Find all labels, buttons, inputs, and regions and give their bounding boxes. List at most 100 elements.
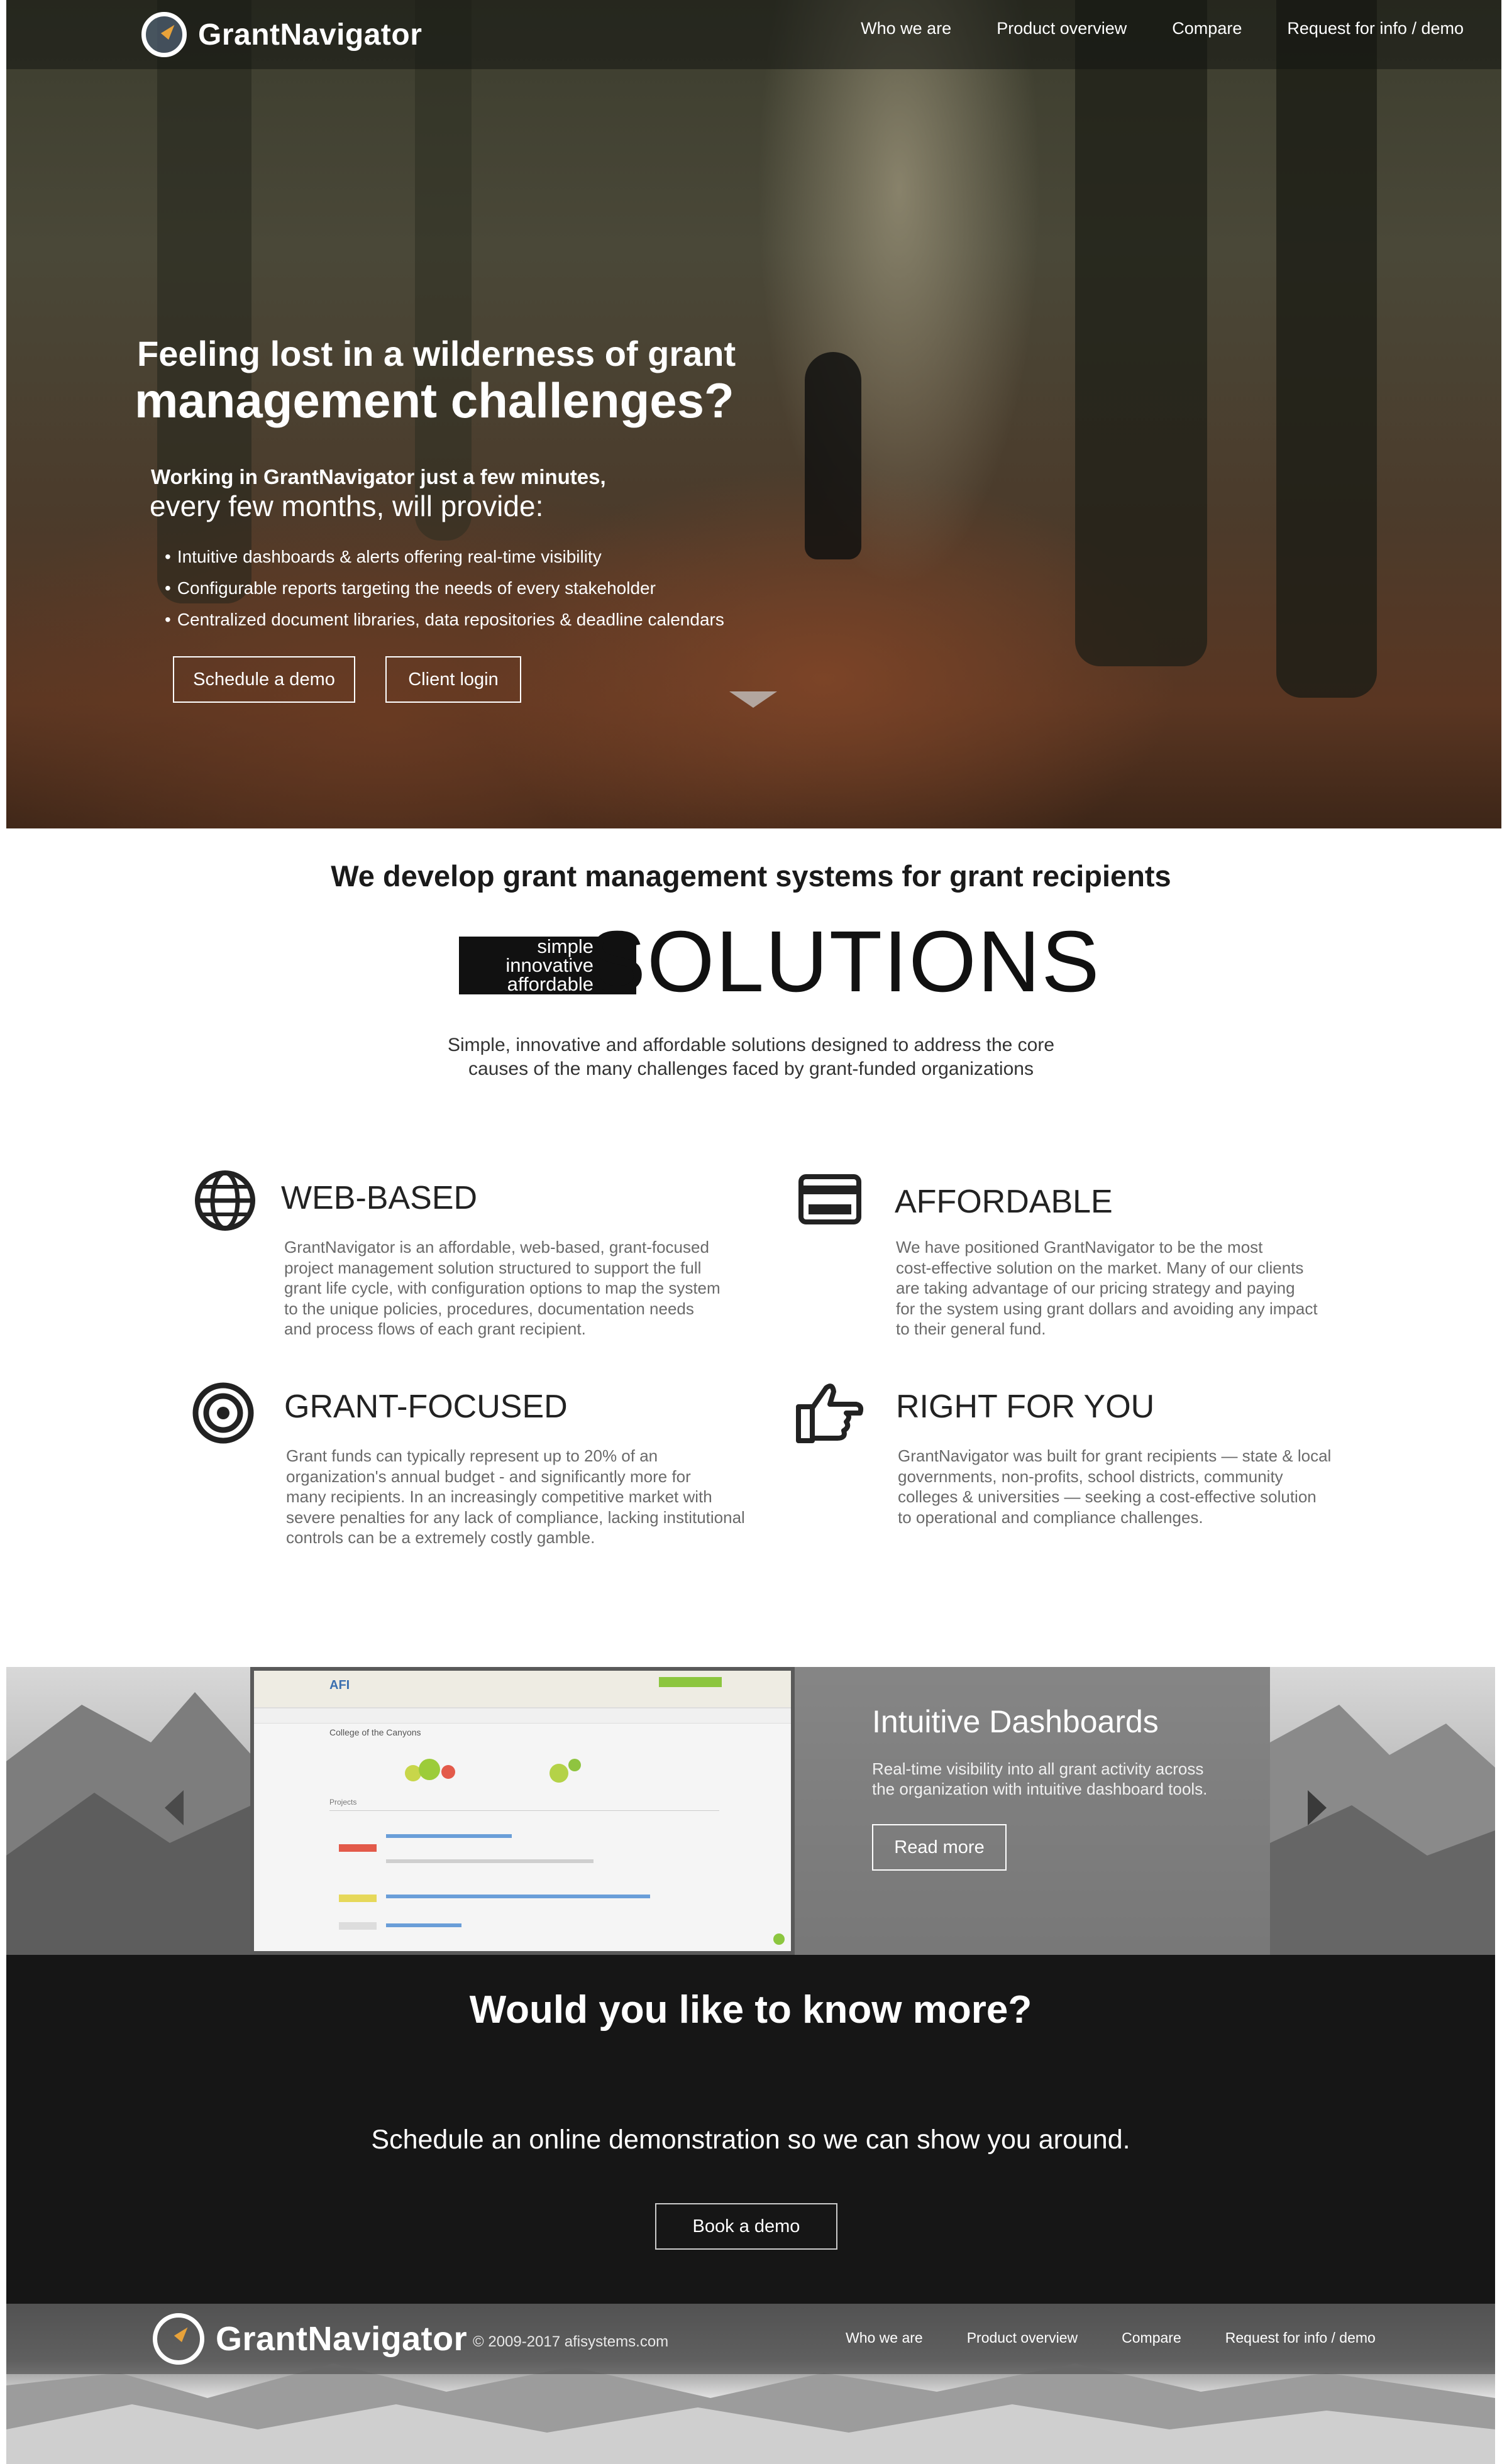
- hero-subtitle-line2: every few months, will provide:: [150, 490, 544, 522]
- carousel-text-line: the organization with intuitive dashboar…: [872, 1779, 1208, 1798]
- dashboard-status-chip: [339, 1922, 377, 1930]
- hiker-figure: [805, 352, 861, 559]
- dashboard-bubble: [549, 1764, 568, 1783]
- feature-line: colleges & universities — seeking a cost…: [898, 1487, 1317, 1506]
- feature-line: are taking advantage of our pricing stra…: [896, 1279, 1295, 1297]
- nav-compare[interactable]: Compare: [1172, 19, 1242, 38]
- feature-line: to their general fund.: [896, 1319, 1046, 1338]
- top-navbar: GrantNavigator Who we are Product overvi…: [6, 0, 1501, 69]
- description-line: causes of the many challenges faced by g…: [468, 1059, 1034, 1079]
- dashboard-row-link: [386, 1923, 461, 1927]
- dashboard-section-label: Projects: [329, 1798, 357, 1807]
- carousel-text-line: Real-time visibility into all grant acti…: [872, 1759, 1204, 1778]
- compass-icon: [153, 2313, 204, 2365]
- tagline-word: innovative: [505, 954, 594, 976]
- target-icon: [192, 1382, 254, 1444]
- nav-who-we-are[interactable]: Who we are: [861, 19, 951, 38]
- arrow-right-icon[interactable]: [1308, 1790, 1327, 1825]
- dashboard-org-name: College of the Canyons: [329, 1727, 421, 1737]
- feature-line: organization's annual budget - and signi…: [286, 1466, 691, 1486]
- hero-subtitle-line1: Working in GrantNavigator just a few min…: [151, 465, 606, 488]
- dashboard-row-link: [386, 1895, 650, 1898]
- footer-copyright: © 2009-2017 afisystems.com: [473, 2333, 669, 2350]
- dashboard-row: [386, 1859, 594, 1863]
- footer-link-who-we-are[interactable]: Who we are: [846, 2329, 923, 2346]
- dashboard-row-link: [386, 1834, 512, 1838]
- feature-line: We have positioned GrantNavigator to be …: [896, 1238, 1263, 1257]
- footer-brand-logo[interactable]: GrantNavigator: [153, 2313, 467, 2365]
- feature-text-right-for-you: GrantNavigator was built for grant recip…: [898, 1446, 1331, 1527]
- arrow-left-icon[interactable]: [165, 1790, 184, 1825]
- nav-product-overview[interactable]: Product overview: [997, 19, 1127, 38]
- dashboard-app-logo: AFI: [329, 1678, 350, 1692]
- dashboard-divider: [329, 1810, 719, 1811]
- solutions-wordmark: SOLUTIONS: [588, 913, 1101, 1010]
- cta-title: Would you like to know more?: [469, 1988, 1032, 2032]
- hand-pointing-icon: [796, 1383, 864, 1443]
- book-demo-button[interactable]: Book a demo: [655, 2203, 837, 2250]
- feature-line: to operational and compliance challenges…: [898, 1507, 1203, 1527]
- feature-line: GrantNavigator was built for grant recip…: [898, 1446, 1332, 1465]
- compass-icon: [141, 12, 187, 57]
- dashboard-screenshot: AFI College of the Canyons Projects: [250, 1667, 795, 1955]
- carousel-title: Intuitive Dashboards: [872, 1704, 1159, 1739]
- feature-text-grant-focused: Grant funds can typically represent up t…: [286, 1446, 745, 1548]
- dashboard-bubble: [441, 1765, 455, 1779]
- feature-line: and process flows of each grant recipien…: [284, 1319, 586, 1338]
- read-more-button[interactable]: Read more: [872, 1824, 1007, 1871]
- hero-bullet-list: Intuitive dashboards & alerts offering r…: [165, 547, 724, 641]
- dashboard-help-dot: [773, 1933, 785, 1945]
- hero-title-line1: Feeling lost in a wilderness of grant: [137, 334, 736, 373]
- feature-text-affordable: We have positioned GrantNavigator to be …: [896, 1237, 1318, 1339]
- description-line: Simple, innovative and affordable soluti…: [447, 1035, 1055, 1055]
- hero-bullet: Configurable reports targeting the needs…: [165, 578, 724, 610]
- solutions-heading: We develop grant management systems for …: [331, 859, 1171, 893]
- feature-title-grant-focused: GRANT-FOCUSED: [284, 1389, 568, 1425]
- feature-title-right-for-you: RIGHT FOR YOU: [896, 1389, 1155, 1425]
- dashboard-topbar: AFI: [254, 1671, 791, 1708]
- dashboard-status-chip: [339, 1844, 377, 1852]
- globe-icon: [195, 1170, 255, 1231]
- footer-link-request-info[interactable]: Request for info / demo: [1225, 2329, 1376, 2346]
- feature-line: severe penalties for any lack of complia…: [286, 1507, 745, 1527]
- schedule-demo-button[interactable]: Schedule a demo: [173, 656, 355, 703]
- feature-line: controls can be a extremely costly gambl…: [286, 1528, 595, 1547]
- feature-line: grant life cycle, with configuration opt…: [284, 1279, 721, 1297]
- credit-card-icon: [798, 1174, 861, 1224]
- hero-bullet: Centralized document libraries, data rep…: [165, 610, 724, 641]
- dashboard-bubble: [568, 1759, 581, 1771]
- chevron-down-icon[interactable]: [729, 691, 777, 708]
- feature-line: governments, non-profits, school distric…: [898, 1466, 1283, 1486]
- forest-tree-trunk: [415, 0, 472, 541]
- cta-text: Schedule an online demonstration so we c…: [371, 2125, 1130, 2155]
- feature-title-affordable: AFFORDABLE: [895, 1184, 1113, 1220]
- feature-line: cost-effective solution on the market. M…: [896, 1258, 1304, 1277]
- brand-logo[interactable]: GrantNavigator: [141, 11, 422, 58]
- solutions-description: Simple, innovative and affordable soluti…: [0, 1033, 1502, 1081]
- client-login-button[interactable]: Client login: [385, 656, 521, 703]
- feature-line: to the unique policies, procedures, docu…: [284, 1299, 694, 1318]
- brand-name: GrantNavigator: [198, 18, 422, 52]
- feature-line: for the system using grant dollars and a…: [896, 1299, 1318, 1318]
- forest-tree-trunk: [1276, 0, 1377, 698]
- dashboard-tabs: [254, 1708, 791, 1724]
- footer-links: Who we are Product overview Compare Requ…: [846, 2329, 1420, 2346]
- dashboard-bubble: [419, 1759, 440, 1780]
- footer-link-compare[interactable]: Compare: [1122, 2329, 1181, 2346]
- feature-line: GrantNavigator is an affordable, web-bas…: [284, 1238, 709, 1257]
- nav-links: Who we are Product overview Compare Requ…: [815, 19, 1464, 38]
- feature-text-web-based: GrantNavigator is an affordable, web-bas…: [284, 1237, 721, 1339]
- footer-link-product-overview[interactable]: Product overview: [967, 2329, 1078, 2346]
- carousel-text: Real-time visibility into all grant acti…: [872, 1759, 1207, 1799]
- feature-title-web-based: WEB-BASED: [281, 1180, 478, 1216]
- tagline-word: simple: [537, 935, 594, 957]
- tagline-word: affordable: [507, 973, 594, 995]
- footer-brand-name: GrantNavigator: [216, 2320, 468, 2358]
- dashboard-badge: [659, 1677, 722, 1687]
- feature-line: many recipients. In an increasingly comp…: [286, 1487, 712, 1506]
- nav-request-info[interactable]: Request for info / demo: [1287, 19, 1464, 38]
- feature-line: project management solution structured t…: [284, 1258, 702, 1277]
- hero-title-line2: management challenges?: [135, 373, 734, 428]
- forest-tree-trunk: [1075, 0, 1207, 666]
- dashboard-status-chip: [339, 1895, 377, 1902]
